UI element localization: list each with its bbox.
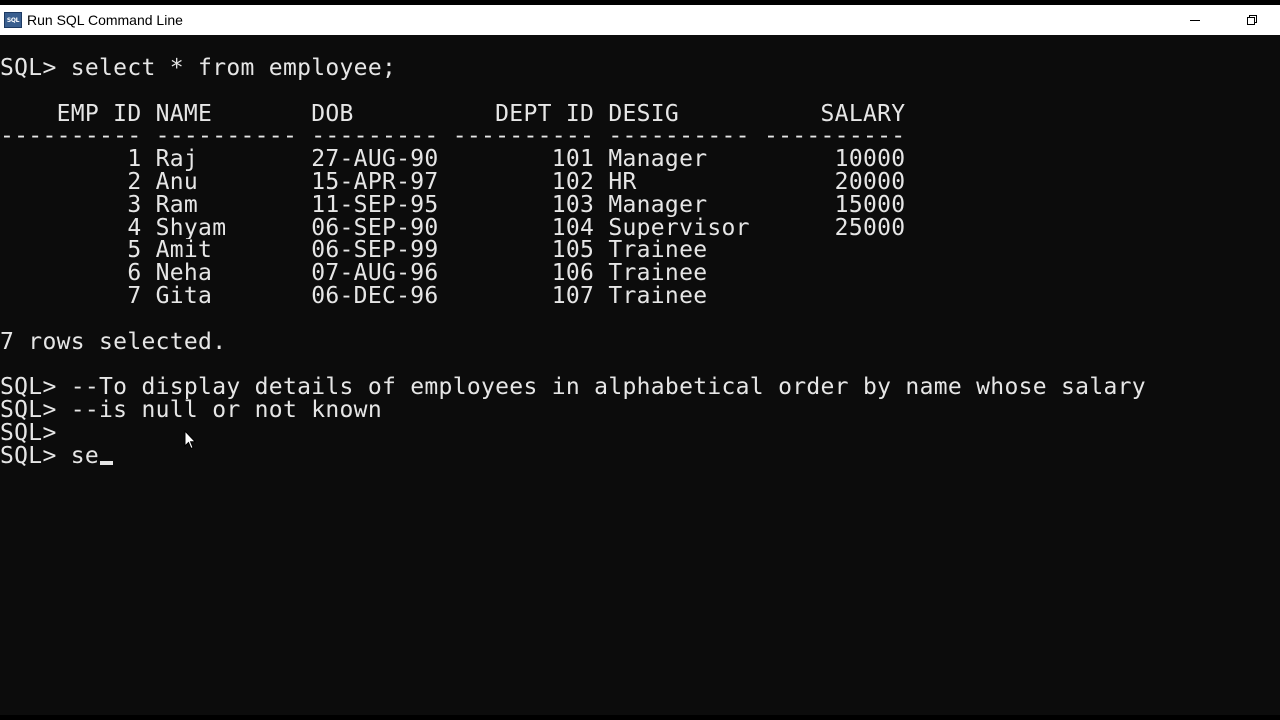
text-cursor xyxy=(100,460,114,465)
restore-icon xyxy=(1246,15,1257,25)
window-controls xyxy=(1166,5,1280,35)
rows-selected-message: 7 rows selected. xyxy=(0,330,227,354)
table-row: 4 Shyam 06-SEP-90 104 Supervisor 25000 xyxy=(0,216,906,240)
sql-command-line-window: SQL Run SQL Command Line SQL> select * f… xyxy=(0,0,1280,720)
table-row: 3 Ram 11-SEP-95 103 Manager 15000 xyxy=(0,193,906,217)
current-input-text[interactable]: SQL> se xyxy=(0,445,99,468)
table-row: 6 Neha 07-AUG-96 106 Trainee xyxy=(0,262,708,285)
comment-line: SQL> --To display details of employees i… xyxy=(0,376,1146,399)
table-row: 2 Anu 15-APR-97 102 HR 20000 xyxy=(0,170,906,194)
minimize-icon xyxy=(1189,20,1200,21)
table-header-row: EMP_ID NAME DOB DEPT_ID DESIG SALARY xyxy=(0,102,906,126)
minimize-button[interactable] xyxy=(1166,5,1223,35)
table-separator-row: ---------- ---------- --------- --------… xyxy=(0,125,906,149)
mouse-pointer-icon xyxy=(184,430,196,450)
window-title: Run SQL Command Line xyxy=(27,12,183,28)
title-bar[interactable]: SQL Run SQL Command Line xyxy=(0,0,1280,35)
sql-app-icon[interactable]: SQL xyxy=(4,12,22,28)
comment-line: SQL> --is null or not known xyxy=(0,398,382,422)
table-row: 7 Gita 06-DEC-96 107 Trainee xyxy=(0,284,708,308)
console-line: SQL> select * from employee; xyxy=(0,57,397,80)
restore-button[interactable] xyxy=(1223,5,1280,35)
table-row: 5 Amit 06-SEP-99 105 Trainee xyxy=(0,239,708,263)
bottom-edge xyxy=(0,715,1280,720)
table-row: 1 Raj 27-AUG-90 101 Manager 10000 xyxy=(0,148,906,171)
console-output[interactable]: SQL> select * from employee; EMP_ID NAME… xyxy=(0,35,1280,715)
